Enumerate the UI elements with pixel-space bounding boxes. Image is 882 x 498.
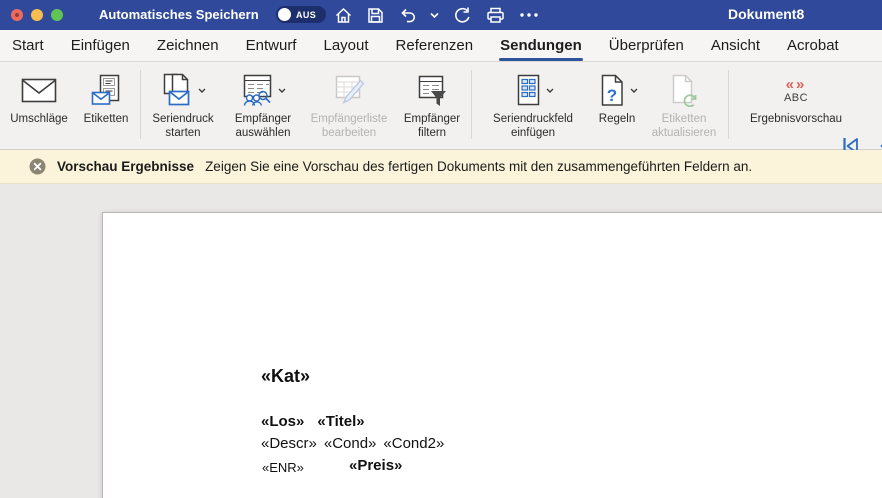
merge-field-cond2[interactable]: «Cond2» <box>383 435 444 452</box>
home-icon[interactable] <box>334 6 353 25</box>
svg-text:?: ? <box>606 86 616 105</box>
preview-results-icon: «» ABC <box>784 77 808 104</box>
merge-field-kat[interactable]: «Kat» <box>261 366 310 387</box>
regeln-button[interactable]: ? Regeln <box>592 62 642 149</box>
redo-icon[interactable] <box>452 5 472 25</box>
seriendruckfeld-einfuegen-label: Seriendruckfeld einfügen <box>474 112 592 140</box>
document-title: Dokument8 <box>728 6 804 22</box>
ribbon: Umschläge Etiketten <box>0 62 882 150</box>
update-labels-icon <box>669 74 699 107</box>
select-recipients-icon <box>241 73 275 107</box>
undo-icon[interactable] <box>398 6 417 25</box>
umschlaege-label: Umschläge <box>10 112 68 126</box>
insert-merge-field-icon <box>513 74 543 107</box>
chevron-down-icon[interactable] <box>430 12 439 19</box>
tab-ansicht[interactable]: Ansicht <box>711 37 760 54</box>
merge-field-descr[interactable]: «Descr» <box>261 435 317 452</box>
autosave-state-label: AUS <box>296 10 316 20</box>
merge-field-titel[interactable]: «Titel» <box>317 413 364 430</box>
ribbon-tab-bar: Start Einfügen Zeichnen Entwurf Layout R… <box>0 30 882 62</box>
start-mail-merge-icon <box>161 73 195 107</box>
document-workspace: «Kat» «Los» «Titel» «Descr» «Cond» «Cond… <box>0 184 882 498</box>
rules-icon: ? <box>597 74 627 107</box>
umschlaege-button[interactable]: Umschläge <box>4 62 74 149</box>
merge-field-cond[interactable]: «Cond» <box>324 435 377 452</box>
tab-start[interactable]: Start <box>12 37 44 54</box>
tab-entwurf[interactable]: Entwurf <box>246 37 297 54</box>
autosave-label: Automatisches Speichern <box>99 7 259 22</box>
title-bar: Automatisches Speichern AUS Dokument8 <box>0 0 882 30</box>
dismiss-circle-icon <box>29 158 46 175</box>
tab-referenzen[interactable]: Referenzen <box>396 37 474 54</box>
chevron-down-icon[interactable] <box>278 88 286 93</box>
tab-ueberpruefen[interactable]: Überprüfen <box>609 37 684 54</box>
regeln-label: Regeln <box>599 112 635 126</box>
merge-field-los[interactable]: «Los» <box>261 413 304 430</box>
merge-field-line: «Descr» «Cond» «Cond2» <box>261 435 444 452</box>
zoom-window-button[interactable] <box>51 9 63 21</box>
group-divider <box>471 70 472 139</box>
group-divider <box>140 70 141 139</box>
etiketten-button[interactable]: Etiketten <box>74 62 138 149</box>
empfaengerliste-bearbeiten-label: Empfängerliste bearbeiten <box>303 112 395 140</box>
chevron-down-icon[interactable] <box>630 88 638 93</box>
save-icon[interactable] <box>366 6 385 25</box>
empfaenger-filtern-label: Empfänger filtern <box>395 112 469 140</box>
etiketten-label: Etiketten <box>84 112 129 126</box>
toggle-knob <box>278 8 291 21</box>
tab-einfuegen[interactable]: Einfügen <box>71 37 130 54</box>
empfaengerliste-bearbeiten-button: Empfängerliste bearbeiten <box>303 62 395 149</box>
chevron-down-icon[interactable] <box>546 88 554 93</box>
ergebnisvorschau-label: Ergebnisvorschau <box>750 112 842 126</box>
tab-layout[interactable]: Layout <box>323 37 368 54</box>
message-bar: Vorschau Ergebnisse Zeigen Sie eine Vors… <box>0 150 882 184</box>
empfaenger-auswaehlen-button[interactable]: Empfänger auswählen <box>223 62 303 149</box>
merge-field-preis[interactable]: «Preis» <box>349 457 402 474</box>
tab-acrobat[interactable]: Acrobat <box>787 37 839 54</box>
tab-sendungen[interactable]: Sendungen <box>500 37 582 54</box>
envelope-icon <box>21 78 57 103</box>
print-icon[interactable] <box>485 5 506 25</box>
message-bar-title: Vorschau Ergebnisse <box>57 159 194 174</box>
empfaenger-filtern-button[interactable]: Empfänger filtern <box>395 62 469 149</box>
window-controls <box>11 9 63 21</box>
labels-icon <box>91 74 121 106</box>
tab-zeichnen[interactable]: Zeichnen <box>157 37 219 54</box>
chevron-down-icon[interactable] <box>198 88 206 93</box>
seriendruck-starten-label: Seriendruck starten <box>143 112 223 140</box>
edit-recipient-list-icon <box>332 74 366 106</box>
etiketten-aktualisieren-label: Etiketten aktualisieren <box>642 112 726 140</box>
minimize-window-button[interactable] <box>31 9 43 21</box>
autosave-toggle[interactable]: AUS <box>276 6 326 23</box>
seriendruckfeld-einfuegen-button[interactable]: Seriendruckfeld einfügen <box>474 62 592 149</box>
message-bar-text: Zeigen Sie eine Vorschau des fertigen Do… <box>205 159 752 174</box>
group-divider <box>728 70 729 139</box>
close-window-button[interactable] <box>11 9 23 21</box>
etiketten-aktualisieren-button: Etiketten aktualisieren <box>642 62 726 149</box>
empfaenger-auswaehlen-label: Empfänger auswählen <box>223 112 303 140</box>
more-icon[interactable] <box>519 12 539 18</box>
filter-recipients-icon <box>416 74 448 107</box>
seriendruck-starten-button[interactable]: Seriendruck starten <box>143 62 223 149</box>
document-page[interactable]: «Kat» «Los» «Titel» «Descr» «Cond» «Cond… <box>102 212 882 498</box>
merge-field-enr[interactable]: «ENR» <box>262 460 304 475</box>
merge-field-line: «Los» «Titel» <box>261 413 365 430</box>
